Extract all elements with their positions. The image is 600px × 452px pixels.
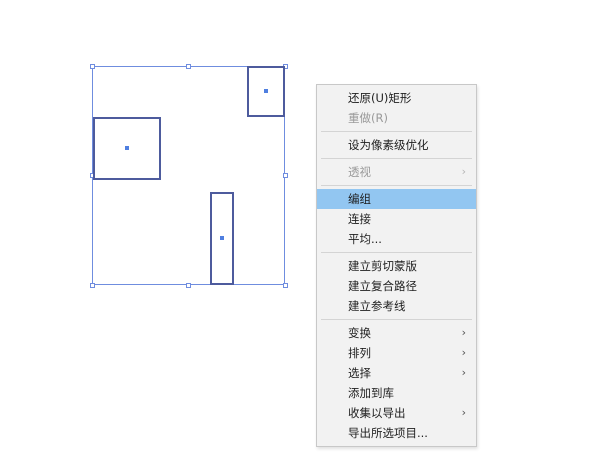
chevron-right-icon: › [461,165,466,178]
menu-item-label: 建立剪切蒙版 [348,259,417,273]
menu-item-label: 添加到库 [348,386,394,400]
menu-item-transform[interactable]: 变换 › [317,323,476,343]
menu-item-label: 平均... [348,232,382,246]
menu-item-label: 变换 [348,326,371,340]
menu-item-make-clipping-mask[interactable]: 建立剪切蒙版 [317,256,476,276]
menu-item-perspective: 透视 › [317,162,476,182]
menu-separator [321,131,472,132]
resize-handle-top-left[interactable] [90,64,95,69]
menu-item-label: 建立复合路径 [348,279,417,293]
resize-handle-bottom-center[interactable] [186,283,191,288]
menu-item-average[interactable]: 平均... [317,229,476,249]
menu-item-make-guides[interactable]: 建立参考线 [317,296,476,316]
menu-item-label: 选择 [348,366,371,380]
chevron-right-icon: › [461,326,466,339]
menu-item-label: 还原(U)矩形 [348,91,412,105]
menu-item-label: 导出所选项目... [348,426,428,440]
menu-item-arrange[interactable]: 排列 › [317,343,476,363]
menu-item-pixel-optimize[interactable]: 设为像素级优化 [317,135,476,155]
menu-item-group[interactable]: 编组 [317,189,476,209]
resize-handle-top-center[interactable] [186,64,191,69]
resize-handle-bottom-left[interactable] [90,283,95,288]
context-menu-list: 还原(U)矩形 重做(R) 设为像素级优化 透视 › 编组连接平均... 建立剪切蒙版 建立复… [317,88,476,443]
chevron-right-icon: › [461,366,466,379]
menu-item-select[interactable]: 选择 › [317,363,476,383]
resize-handle-bottom-right[interactable] [283,283,288,288]
menu-item-add-to-library[interactable]: 添加到库 [317,383,476,403]
menu-item-label: 收集以导出 [348,406,406,420]
menu-item-label: 连接 [348,212,371,226]
rectangle-center-point [220,236,224,240]
rectangle-center-point [125,146,129,150]
artboard-canvas[interactable]: 还原(U)矩形 重做(R) 设为像素级优化 透视 › 编组连接平均... 建立剪切蒙版 建立复… [0,0,600,452]
menu-item-redo: 重做(R) [317,108,476,128]
chevron-right-icon: › [461,406,466,419]
menu-item-join[interactable]: 连接 [317,209,476,229]
resize-handle-middle-right[interactable] [283,173,288,178]
menu-separator [321,158,472,159]
menu-item-label: 重做(R) [348,111,388,125]
menu-item-export-selection[interactable]: 导出所选项目... [317,423,476,443]
menu-item-label: 设为像素级优化 [348,138,429,152]
menu-item-label: 透视 [348,165,371,179]
menu-item-undo[interactable]: 还原(U)矩形 [317,88,476,108]
menu-item-collect-for-export[interactable]: 收集以导出 › [317,403,476,423]
chevron-right-icon: › [461,346,466,359]
menu-item-label: 建立参考线 [348,299,406,313]
rectangle-center-point [264,89,268,93]
menu-item-label: 编组 [348,192,371,206]
context-menu: 还原(U)矩形 重做(R) 设为像素级优化 透视 › 编组连接平均... 建立剪切蒙版 建立复… [316,84,477,447]
menu-separator [321,185,472,186]
menu-separator [321,252,472,253]
menu-item-label: 排列 [348,346,371,360]
menu-separator [321,319,472,320]
menu-item-make-compound-path[interactable]: 建立复合路径 [317,276,476,296]
